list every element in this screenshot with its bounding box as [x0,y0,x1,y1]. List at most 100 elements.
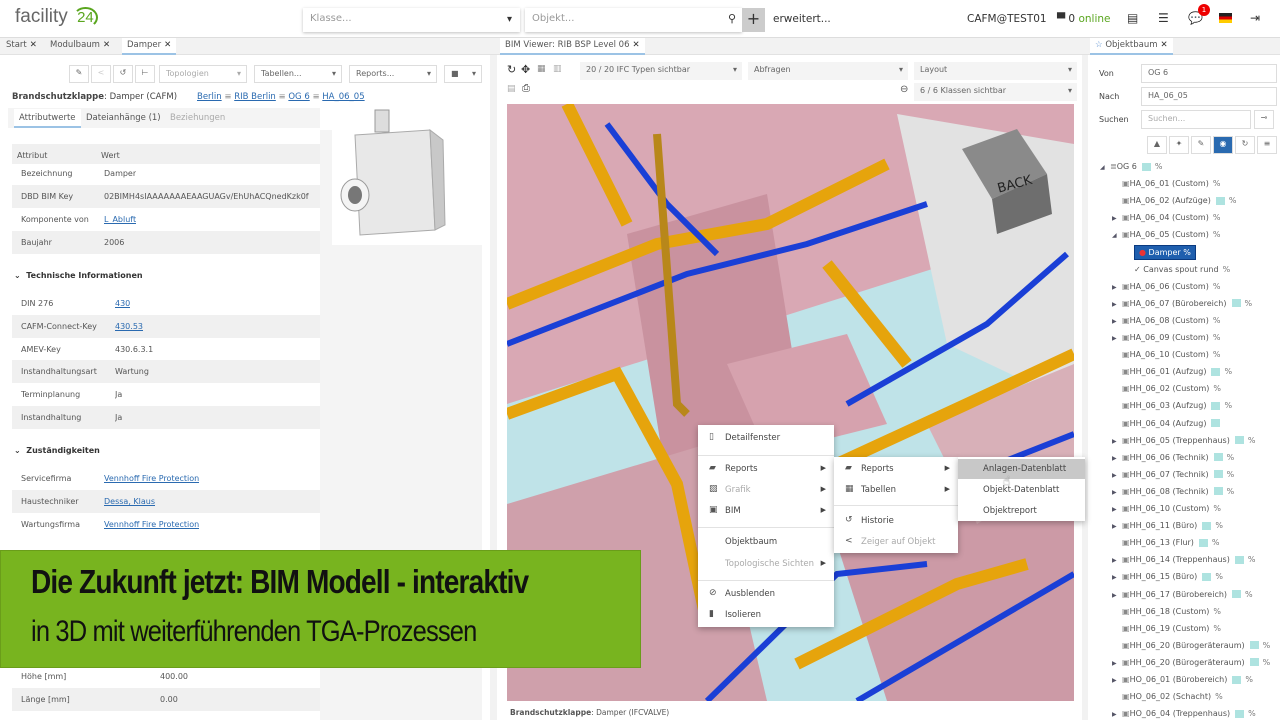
expand-toggle-icon[interactable]: ▶ [1112,592,1122,599]
expand-toggle-icon[interactable]: ▶ [1112,438,1122,445]
tree-icon[interactable]: ⊢ [135,65,155,83]
expand-toggle-icon[interactable]: ▶ [1112,335,1122,342]
tree-item[interactable]: ▣HH_06_04 (Aufzug) [1112,419,1221,436]
tree-item[interactable]: ▣HA_06_02 (Aufzüge)% [1112,196,1236,213]
tree-item[interactable]: ▣HA_06_01 (Custom)% [1112,179,1220,196]
tree-item[interactable]: ▶ ▣HH_06_08 (Technik)% [1112,487,1234,504]
menu-item-bim[interactable]: ▣ BIM ▶ [698,501,834,521]
von-input[interactable]: OG 6 [1141,64,1277,83]
layers-icon[interactable]: ▦ [537,64,546,74]
tree-item[interactable]: ▶ ▣HH_06_11 (Büro)% [1112,521,1223,538]
tree-item[interactable]: ▣HH_06_20 (Bürogeräteraum)% [1112,641,1270,658]
submenu-item-historie[interactable]: ↺ Historie [834,511,958,531]
klassen-select[interactable]: 6 / 6 Klassen sichtbar [914,83,1077,101]
tab-damper[interactable]: Damper ✕ [122,38,177,55]
print-preview-icon[interactable]: ▤ [507,84,516,94]
menu-item-ausblenden[interactable]: ⊘ Ausblenden [698,584,834,604]
layout-select[interactable]: Layout [914,62,1077,80]
tree-item[interactable]: ▶ ▣HH_06_06 (Technik)% [1112,453,1234,470]
tree-item[interactable]: ▣HO_06_02 (Schacht)% [1112,692,1223,709]
menu-item-detailfenster[interactable]: ▯ Detailfenster [698,428,834,448]
reports-select[interactable]: Reports... [349,65,437,83]
expand-toggle-icon[interactable]: ▶ [1112,557,1122,564]
subtab-dateianhaenge[interactable]: Dateianhänge (1) [86,113,161,123]
print-icon[interactable]: ⎙ [522,83,530,94]
tab-bim-viewer[interactable]: BIM Viewer: RIB BSP Level 06 ✕ [500,38,645,55]
facility24-logo[interactable]: facility 24 [15,6,98,28]
tree-item[interactable]: ▶ ▣HH_06_05 (Treppenhaus)% [1112,436,1255,453]
tab-modulbaum[interactable]: Modulbaum ✕ [45,38,115,55]
menu-item-anlagen-datenblatt[interactable]: Anlagen-Datenblatt [958,459,1085,479]
expand-toggle-icon[interactable]: ▶ [1112,506,1122,513]
pin-icon[interactable]: ⊸ [1254,110,1274,129]
tree-item[interactable]: ▶ ▣HH_06_20 (Bürogeräteraum)% [1112,658,1270,675]
expand-toggle-icon[interactable]: ▶ [1112,660,1122,667]
tree-item[interactable]: ● Damper % [1124,244,1196,265]
menu-item-grafik[interactable]: ▨ Grafik ▶ [698,480,834,500]
nach-input[interactable]: HA_06_05 [1141,87,1277,106]
tree-item[interactable]: ▶ ▣HA_06_07 (Bürobereich)% [1112,299,1252,316]
close-icon[interactable]: ✕ [164,40,171,50]
submenu-item-zeiger[interactable]: < Zeiger auf Objekt [834,532,958,552]
close-icon[interactable]: ✕ [103,40,110,50]
close-icon[interactable]: ✕ [30,40,37,50]
expand-toggle-icon[interactable]: ▶ [1112,301,1122,308]
expand-toggle-icon[interactable]: ▶ [1112,489,1122,496]
tree-item[interactable]: ▶ ▣HH_06_10 (Custom)% [1112,504,1221,521]
attribute-value[interactable]: 430 [115,299,130,308]
menu-item-reports[interactable]: ▰ Reports ▶ [698,459,834,479]
breadcrumb-link[interactable]: HA_06_05 [322,92,364,102]
ifc-types-select[interactable]: 20 / 20 IFC Typen sichtbar [580,62,742,80]
tree-item[interactable]: ▶ ▣HA_06_06 (Custom)% [1112,282,1220,299]
edit-icon[interactable]: ✎ [1191,136,1211,154]
expand-toggle-icon[interactable]: ▶ [1112,574,1122,581]
share-icon[interactable]: < [91,65,111,83]
subtab-attributwerte[interactable]: Attributwerte [14,109,81,128]
advanced-search-link[interactable]: erweitert... [773,13,831,25]
grid-icon[interactable]: ▥ [553,64,562,74]
tree-item[interactable]: ▣HH_06_18 (Custom)% [1112,607,1221,624]
history-icon[interactable]: ↺ [113,65,133,83]
tree-item[interactable]: ▣HA_06_10 (Custom)% [1112,350,1220,367]
breadcrumb-link[interactable]: OG 6 [288,92,309,102]
move-icon[interactable]: ✥ [521,63,530,76]
close-icon[interactable]: ✕ [633,40,640,50]
klasse-select[interactable]: Klasse... ▾ [303,8,520,32]
tree-item[interactable]: ▶ ▣HH_06_14 (Treppenhaus)% [1112,555,1255,572]
expand-toggle-icon[interactable]: ▶ [1112,284,1122,291]
tree-item[interactable]: ▶ ▣HH_06_07 (Technik)% [1112,470,1234,487]
tree-item[interactable]: ▶ ▣HA_06_09 (Custom)% [1112,333,1220,350]
menu-item-isolieren[interactable]: ▮ Isolieren [698,605,834,625]
tree-item[interactable]: ▣HH_06_01 (Aufzug)% [1112,367,1232,384]
expand-toggle-icon[interactable]: ▶ [1112,215,1122,222]
tree-item[interactable]: ▣HH_06_02 (Custom)% [1112,384,1221,401]
expand-toggle-icon[interactable]: ◢ [1112,232,1122,239]
tree-item[interactable]: ✓ Canvas spout rund% [1124,265,1230,282]
search-icon[interactable]: ⚲ [728,12,736,25]
breadcrumb-link[interactable]: Berlin [197,92,222,102]
suchen-input[interactable]: Suchen... [1141,110,1251,129]
close-icon[interactable]: ✕ [1161,40,1168,50]
breadcrumb-link[interactable]: RIB Berlin [234,92,276,102]
refresh-icon[interactable]: ↻ [507,63,516,76]
expand-toggle-icon[interactable]: ▶ [1112,711,1122,718]
splitter-right[interactable] [1082,55,1088,720]
eye-icon[interactable]: ◉ [1213,136,1233,154]
tab-start[interactable]: Start ✕ [1,38,42,55]
online-indicator[interactable]: ▀ 0 online [1057,13,1110,25]
menu-icon[interactable]: ☰ [1158,11,1169,25]
expand-toggle-icon[interactable]: ▶ [1112,455,1122,462]
user-label[interactable]: CAFM@TEST01 [967,13,1047,25]
expand-toggle-icon[interactable]: ◢ [1100,164,1110,171]
submenu-item-reports[interactable]: ▰ Reports ▶ [834,459,958,479]
german-flag-icon[interactable] [1219,13,1232,23]
menu-item-objekt-datenblatt[interactable]: Objekt-Datenblatt [958,480,1085,500]
tree-item[interactable]: ▣HH_06_19 (Custom)% [1112,624,1221,641]
attribute-value[interactable]: Dessa, Klaus [104,497,155,506]
expand-toggle-icon[interactable]: ▶ [1112,318,1122,325]
pin-button-icon[interactable]: ✦ [1169,136,1189,154]
add-button[interactable]: + [742,8,765,32]
expand-toggle-icon[interactable]: ▶ [1112,472,1122,479]
list-icon[interactable]: ≡ [1257,136,1277,154]
tree-item[interactable]: ▣HH_06_13 (Flur)% [1112,538,1220,555]
